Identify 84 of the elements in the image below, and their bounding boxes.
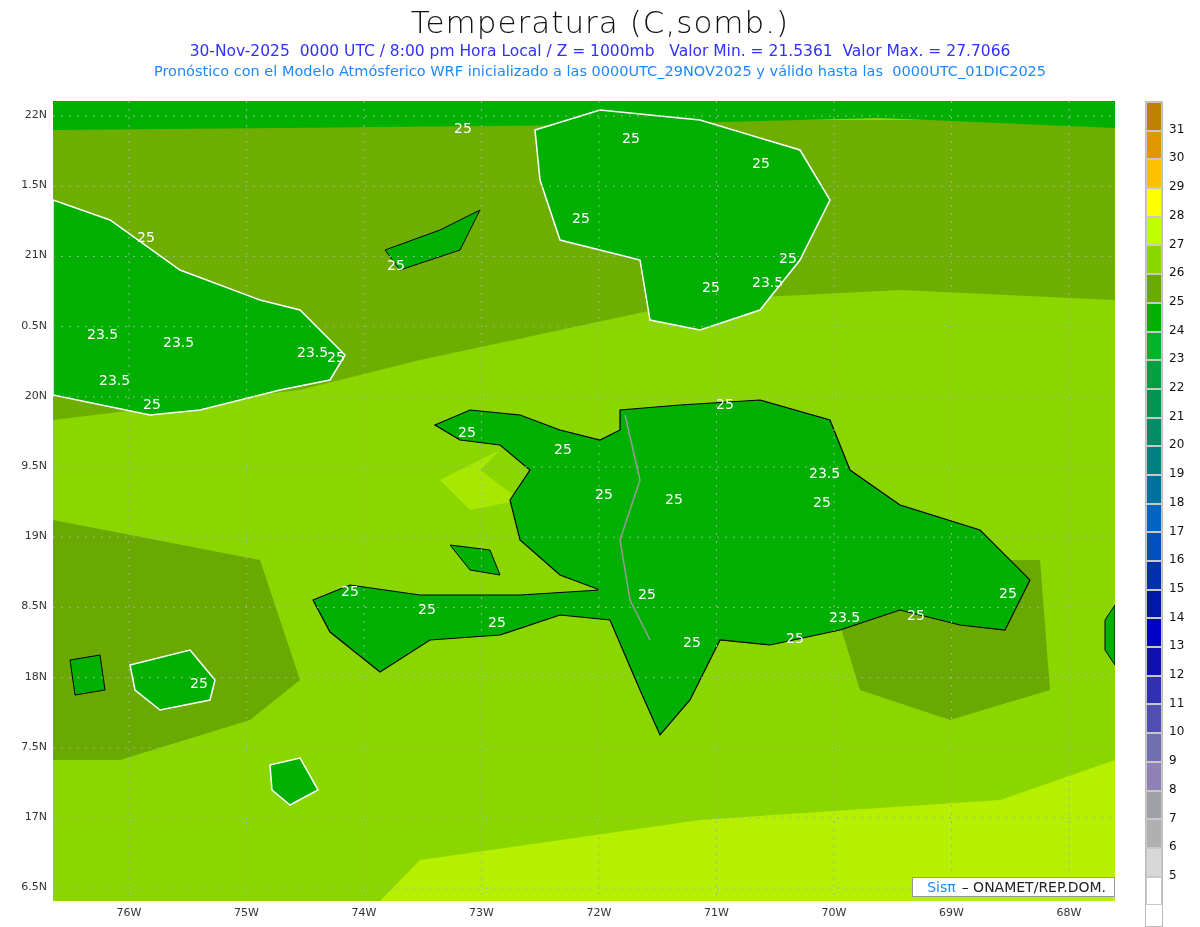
- colorbar-label: 8: [1169, 781, 1177, 796]
- colorbar-label: 6: [1169, 839, 1177, 854]
- contour-label: 25: [341, 582, 359, 600]
- colorbar-label: 28: [1169, 207, 1185, 222]
- contour-label: 25: [143, 395, 161, 413]
- contour-label: 25: [554, 440, 572, 458]
- contour-label: 25: [702, 278, 720, 296]
- contour-label: 25: [786, 629, 804, 647]
- colorbar-label: 16: [1169, 552, 1185, 567]
- contour-label: 25: [622, 129, 640, 147]
- colorbar-label: 21: [1169, 408, 1185, 423]
- colorbar-label: 19: [1169, 466, 1185, 481]
- colorbar-label: 26: [1169, 265, 1185, 280]
- longitude-label: 72W: [585, 906, 613, 919]
- colorbar-label: 31: [1169, 121, 1185, 136]
- latitude-label: 7.5N: [21, 739, 47, 753]
- contour-label: 25: [665, 490, 683, 508]
- contour-label: 25: [387, 256, 405, 274]
- latitude-label: 21N: [24, 248, 47, 262]
- longitude-label: 70W: [820, 906, 848, 919]
- contour-label: 25: [572, 209, 590, 227]
- map-title: Temperatura (C,somb.): [410, 3, 790, 41]
- contour-label: 23.5: [87, 325, 119, 343]
- contour-label: 25: [638, 585, 656, 603]
- colorbar-label: 29: [1169, 179, 1185, 194]
- colorbar-label: 30: [1169, 150, 1185, 165]
- colorbar-label: 24: [1169, 322, 1185, 337]
- contour-label: 23.5: [752, 273, 784, 291]
- latitude-label: 1.5N: [21, 178, 47, 192]
- contour-label: 25: [716, 395, 734, 413]
- longitude-label: 68W: [1055, 906, 1083, 919]
- contour-label: 25: [454, 119, 472, 137]
- longitude-label: 75W: [233, 906, 260, 919]
- colorbar-label: 12: [1169, 667, 1185, 681]
- latitude-label: 6.5N: [21, 880, 47, 894]
- credit-text: – ONAMET/REP.DOM.: [961, 879, 1106, 895]
- contour-label: 23.5: [163, 333, 195, 351]
- brand-logo: Sisπ: [927, 879, 956, 895]
- colorbar-label: 11: [1169, 695, 1185, 710]
- latitude-label: 20N: [24, 388, 47, 402]
- colorbar-label: 18: [1169, 494, 1185, 509]
- contour-label: 23.5: [297, 343, 329, 360]
- longitude-label: 73W: [468, 906, 495, 919]
- colorbar-label: 23: [1169, 351, 1185, 366]
- colorbar-label: 13: [1169, 638, 1185, 653]
- latitude-label: 0.5N: [21, 318, 47, 332]
- contour-label: 25: [488, 613, 506, 631]
- contour-label: 23.5: [829, 608, 861, 626]
- colorbar-label: 15: [1169, 580, 1185, 595]
- latitude-label: 18N: [24, 669, 47, 683]
- colorbar-label: 9: [1169, 753, 1177, 768]
- colorbar-label: 10: [1169, 724, 1185, 739]
- longitude-label: 76W: [115, 906, 143, 919]
- longitude-label: 71W: [703, 906, 730, 919]
- contour-label: 25: [190, 674, 208, 692]
- contour-label: 25: [907, 606, 925, 624]
- contour-label: 25: [999, 584, 1017, 602]
- colorbar-label: 17: [1169, 523, 1185, 538]
- latitude-label: 19N: [24, 529, 47, 543]
- colorbar-label: 25: [1169, 293, 1185, 308]
- contour-label: 25: [779, 249, 797, 267]
- longitude-label: 69W: [938, 906, 965, 919]
- contour-label: 23.5: [99, 371, 131, 389]
- contour-label: 25: [137, 228, 155, 246]
- latitude-label: 17N: [24, 810, 47, 823]
- colorbar-label: 20: [1169, 437, 1185, 452]
- colorbar-label: 14: [1169, 609, 1185, 624]
- longitude-label: 74W: [350, 906, 378, 919]
- contour-label: 25: [752, 154, 770, 172]
- latitude-label: 9.5N: [21, 459, 47, 472]
- contour-label: 25: [683, 633, 701, 651]
- map-subtitle: 30-Nov-2025 0000 UTC / 8:00 pm Hora Local / Z = 1000mb Valor Min. = 21.5361 Valor Max. = 27.7066: [189, 41, 1011, 61]
- contour-label: 25: [458, 423, 476, 441]
- contour-label: 25: [418, 600, 436, 618]
- contour-label: 23.5: [809, 464, 841, 482]
- colorbar-label: 22: [1169, 380, 1185, 394]
- colorbar-label: 7: [1169, 810, 1177, 825]
- latitude-label: 22N: [24, 108, 47, 121]
- contour-label: 25: [813, 493, 831, 511]
- colorbar-label: 5: [1169, 867, 1177, 882]
- model-description: Pronóstico con el Modelo Atmósferico WRF inicializado a las 0000UTC_29NOV2025 y válido hasta las 0000UTC_01DIC2025: [153, 62, 1047, 81]
- latitude-label: 8.5N: [21, 599, 47, 613]
- contour-label: 25: [595, 485, 613, 503]
- colorbar-label: 27: [1169, 236, 1185, 251]
